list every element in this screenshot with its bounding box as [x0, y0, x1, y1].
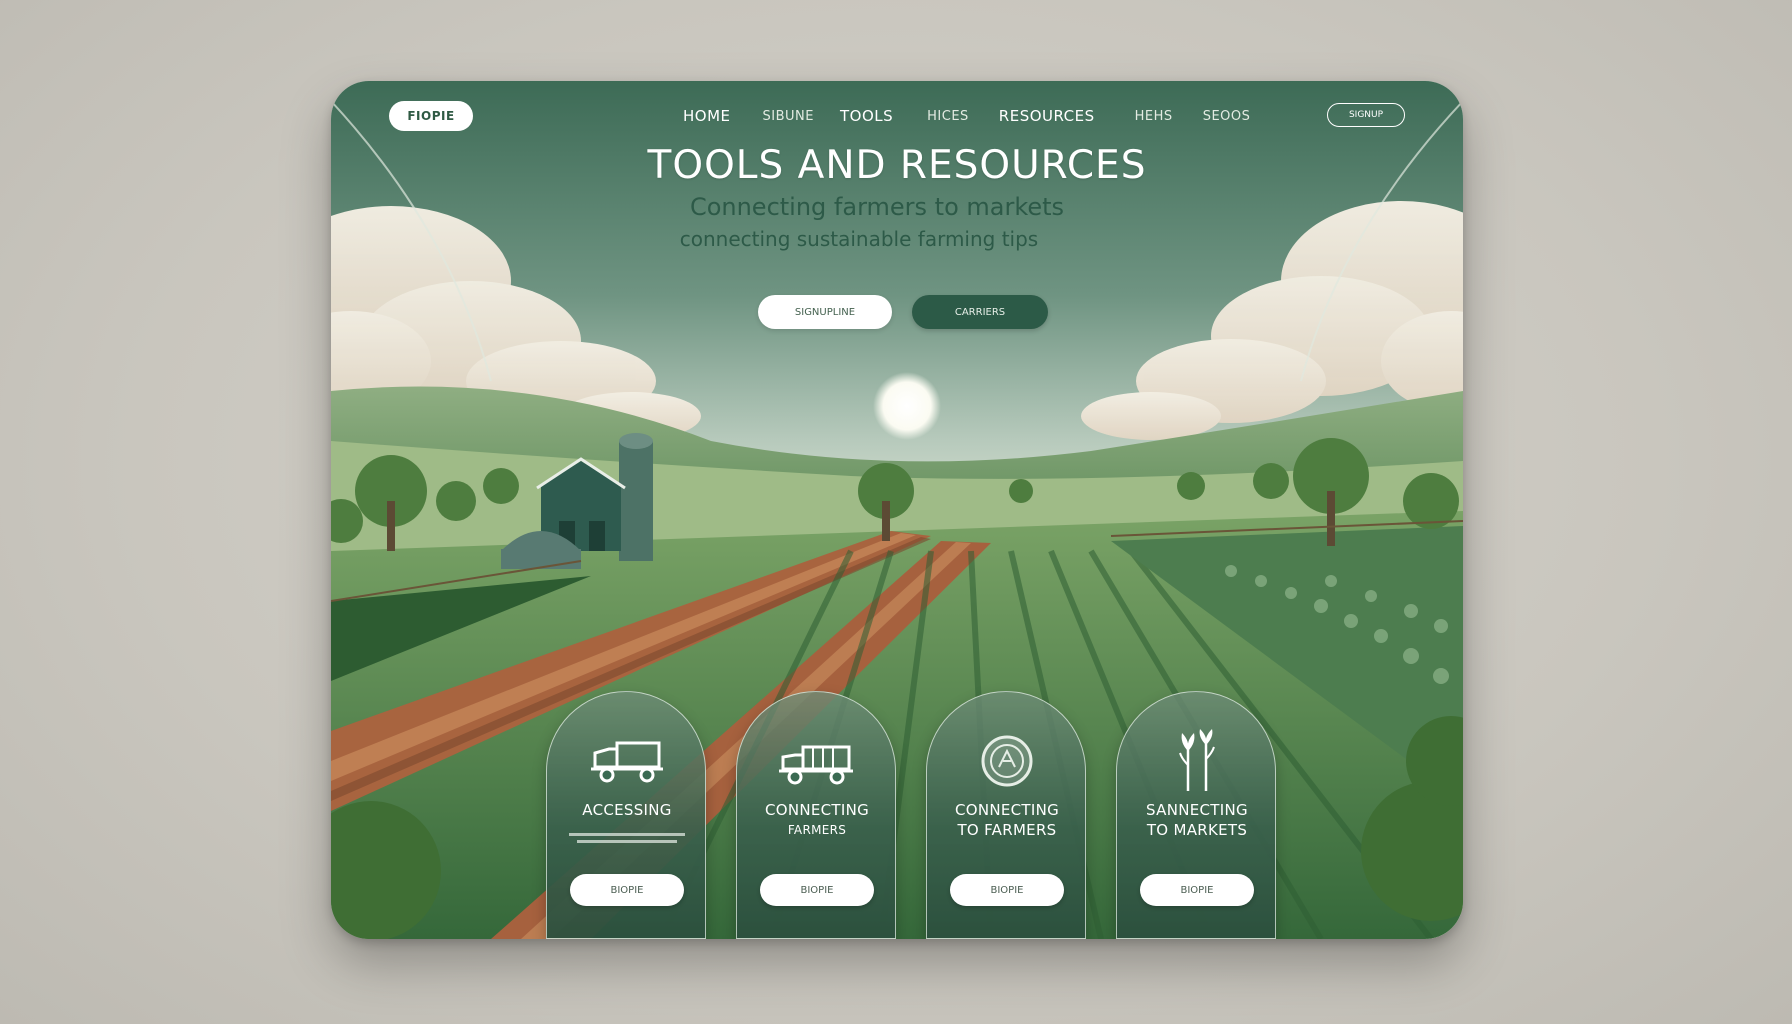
wheat-icon: [1117, 729, 1277, 792]
truck-icon: [547, 730, 707, 792]
feature-card-title: SANNECTING TO MARKETS: [1117, 800, 1277, 840]
hero-secondary-button[interactable]: CARRIERS: [912, 295, 1048, 329]
hero-primary-button[interactable]: SIGNUPLINE: [758, 295, 892, 329]
card-title-line: TO FARMERS: [957, 821, 1057, 839]
card-title-line: CONNECTING: [954, 801, 1060, 819]
feature-card-connecting-farmers[interactable]: CONNECTING FARMERS BIOPIE: [736, 691, 896, 939]
device-frame: FIOPIE HOME SIBUNE TOOLS HICES RESOURCES…: [331, 81, 1463, 939]
card-title-line: ACCESSING: [582, 801, 672, 819]
nav-link-tools[interactable]: TOOLS: [840, 107, 893, 125]
nav-link-home[interactable]: HOME: [683, 107, 731, 125]
nav-link-seoos[interactable]: SEOOS: [1203, 109, 1251, 124]
feature-card-title: ACCESSING: [547, 800, 707, 820]
feature-card-accessing[interactable]: ACCESSING BIOPIE: [546, 691, 706, 939]
hero-title: TOOLS AND RESOURCES: [647, 143, 1147, 188]
nav-link-resources[interactable]: RESOURCES: [999, 107, 1095, 125]
card-title-line: CONNECTING: [764, 801, 870, 819]
feature-card-connecting-to-farmers[interactable]: CONNECTING TO FARMERS BIOPIE: [926, 691, 1086, 939]
main-nav: HOME SIBUNE TOOLS HICES RESOURCES HEHS S…: [683, 103, 1250, 129]
hero-subtitle-line1: Connecting farmers to markets: [689, 193, 1065, 221]
card-title-line: TO MARKETS: [1146, 821, 1248, 839]
card-title-line: SANNECTING: [1146, 801, 1248, 819]
feature-card-button[interactable]: BIOPIE: [950, 874, 1064, 906]
feature-card-button[interactable]: BIOPIE: [1140, 874, 1254, 906]
nav-link-sibune[interactable]: SIBUNE: [763, 109, 814, 124]
feature-card-sannecting-to-markets[interactable]: SANNECTING TO MARKETS BIOPIE: [1116, 691, 1276, 939]
signup-button[interactable]: SIGNUP: [1327, 103, 1405, 127]
site-logo[interactable]: FIOPIE: [389, 101, 473, 131]
feature-card-button[interactable]: BIOPIE: [570, 874, 684, 906]
cargo-truck-icon: [737, 730, 897, 792]
globe-badge-icon: [927, 730, 1087, 792]
nav-link-hehs[interactable]: HEHS: [1135, 109, 1173, 124]
hero-subtitle-line2: connecting sustainable farming tips: [679, 227, 1039, 251]
card-description-placeholder: [569, 833, 685, 843]
nav-link-hices[interactable]: HICES: [927, 109, 969, 124]
feature-card-title: CONNECTING TO FARMERS: [927, 800, 1087, 840]
feature-card-button[interactable]: BIOPIE: [760, 874, 874, 906]
card-title-line: FARMERS: [787, 823, 847, 837]
feature-card-title: CONNECTING FARMERS: [737, 800, 897, 840]
